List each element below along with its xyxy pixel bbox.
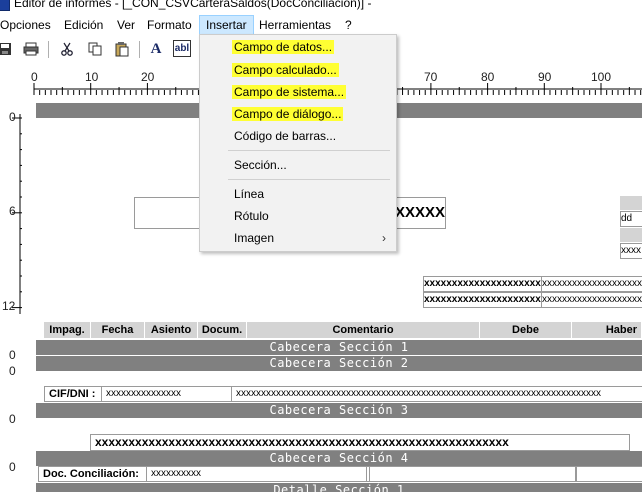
- column-header-haber[interactable]: Haber: [572, 322, 642, 338]
- column-header-docum[interactable]: Docum.: [198, 322, 247, 338]
- insertar-dropdown-menu: Campo de datos... Campo calculado... Cam…: [199, 34, 397, 252]
- column-header-comentario[interactable]: Comentario: [247, 322, 480, 338]
- menu-item-linea[interactable]: Línea: [234, 184, 264, 204]
- section-band-cabecera-seccion-3[interactable]: Cabecera Sección 3: [36, 403, 642, 418]
- ruler-label: 20: [141, 70, 155, 84]
- paste-icon[interactable]: [113, 40, 131, 58]
- cif-value-field[interactable]: xxxxxxxxxxxxxxx: [101, 386, 234, 402]
- menu-opciones[interactable]: Opciones: [0, 16, 57, 34]
- menu-item-imagen[interactable]: Imagen: [234, 228, 274, 248]
- doc-conciliacion-field[interactable]: xxxxxxxxxx: [146, 466, 370, 482]
- menu-item-label: Campo calculado...: [232, 63, 339, 77]
- section-band-cabecera-seccion-2[interactable]: Cabecera Sección 2: [36, 356, 642, 371]
- menu-item-campo-de-dialogo[interactable]: Campo de diálogo...: [232, 104, 344, 124]
- ruler-label: 0: [31, 70, 38, 84]
- x-field[interactable]: xxxxxxxxxxxxxxxxxxxxx: [423, 276, 542, 292]
- doc-conciliacion-label[interactable]: Doc. Conciliación:: [38, 466, 148, 482]
- menu-separator: [228, 150, 390, 151]
- ruler-label: 10: [85, 70, 99, 84]
- ruler-label: 0: [9, 110, 16, 124]
- menu-bar: Opciones Edición Ver Formato Insertar He…: [0, 14, 642, 35]
- x-field[interactable]: xxxxxxxxxxxxxxxxxxxxx: [541, 276, 642, 292]
- column-header-fecha[interactable]: Fecha: [91, 322, 145, 338]
- window-title: Editor de informes - [_CON_CSVCarteraSal…: [14, 0, 372, 10]
- cif-label[interactable]: CIF/DNI :: [44, 386, 104, 402]
- menu-item-label: Campo de datos...: [232, 40, 335, 54]
- menu-item-campo-de-datos[interactable]: Campo de datos...: [232, 37, 335, 57]
- menu-item-label: Campo de sistema...: [232, 85, 347, 99]
- menu-separator: [228, 179, 390, 180]
- column-header-debe[interactable]: Debe: [480, 322, 572, 338]
- save-icon[interactable]: [0, 40, 14, 58]
- cut-icon[interactable]: [58, 40, 76, 58]
- ruler-label: 100: [591, 70, 612, 84]
- menu-item-campo-calculado[interactable]: Campo calculado...: [232, 60, 339, 80]
- title-bar: Editor de informes - [_CON_CSVCarteraSal…: [0, 0, 642, 12]
- menu-item-seccion[interactable]: Sección...: [234, 155, 287, 175]
- menu-ver[interactable]: Ver: [111, 16, 141, 34]
- menu-item-label: Campo de diálogo...: [232, 107, 344, 121]
- ruler-label: 90: [538, 70, 552, 84]
- ruler-label: 0: [9, 412, 16, 426]
- copy-icon[interactable]: [86, 40, 104, 58]
- menu-formato[interactable]: Formato: [141, 16, 198, 34]
- menu-item-campo-de-sistema[interactable]: Campo de sistema...: [232, 82, 347, 102]
- menu-insertar[interactable]: Insertar: [199, 15, 254, 35]
- chevron-right-icon: ›: [382, 231, 386, 245]
- ruler-label: 0: [9, 364, 16, 378]
- x-field[interactable]: xxxxxxxxxxxxxxxxxxxxx: [423, 292, 542, 308]
- ruler-label: 0: [9, 460, 16, 474]
- right-date-field[interactable]: dd: [620, 211, 642, 227]
- ruler-label: 12: [2, 299, 16, 313]
- print-icon[interactable]: [22, 40, 40, 58]
- vertical-ruler: 0 6 12 0 0 0 0: [0, 104, 34, 492]
- empty-field[interactable]: [366, 466, 576, 482]
- ruler-label: 80: [481, 70, 495, 84]
- field-tool-icon[interactable]: abl: [173, 40, 191, 57]
- column-header-impag[interactable]: Impag.: [44, 322, 91, 338]
- x-field[interactable]: xxxxxxxxxxxxxxxxxxxxx: [541, 292, 642, 308]
- long-x-field[interactable]: xxxxxxxxxxxxxxxxxxxxxxxxxxxxxxxxxxxxxxxx…: [90, 434, 630, 451]
- right-x-field[interactable]: xxxx: [620, 243, 642, 259]
- ruler-label: 70: [424, 70, 438, 84]
- menu-edicion[interactable]: Edición: [58, 16, 109, 34]
- menu-herramientas[interactable]: Herramientas: [253, 16, 337, 34]
- menu-item-codigo-de-barras[interactable]: Código de barras...: [234, 126, 336, 146]
- section-band-cabecera-seccion-1[interactable]: Cabecera Sección 1: [36, 340, 642, 355]
- ruler-label: 6: [9, 204, 16, 218]
- column-header-asiento[interactable]: Asiento: [145, 322, 198, 338]
- section-band-cabecera-seccion-4[interactable]: Cabecera Sección 4: [36, 451, 642, 466]
- menu-help[interactable]: ?: [339, 16, 358, 34]
- right-header-cell: [620, 228, 642, 242]
- menu-item-rotulo[interactable]: Rótulo: [234, 206, 269, 226]
- empty-field[interactable]: [576, 466, 642, 482]
- ruler-label: 0: [9, 348, 16, 362]
- cif-long-field[interactable]: xxxxxxxxxxxxxxxxxxxxxxxxxxxxxxxxxxxxxxxx…: [231, 386, 642, 402]
- app-icon: [0, 0, 10, 11]
- section-band-detalle-seccion-1[interactable]: Detalle Sección 1: [36, 483, 642, 492]
- right-header-cell: [620, 196, 642, 210]
- text-tool-icon[interactable]: A: [147, 40, 165, 58]
